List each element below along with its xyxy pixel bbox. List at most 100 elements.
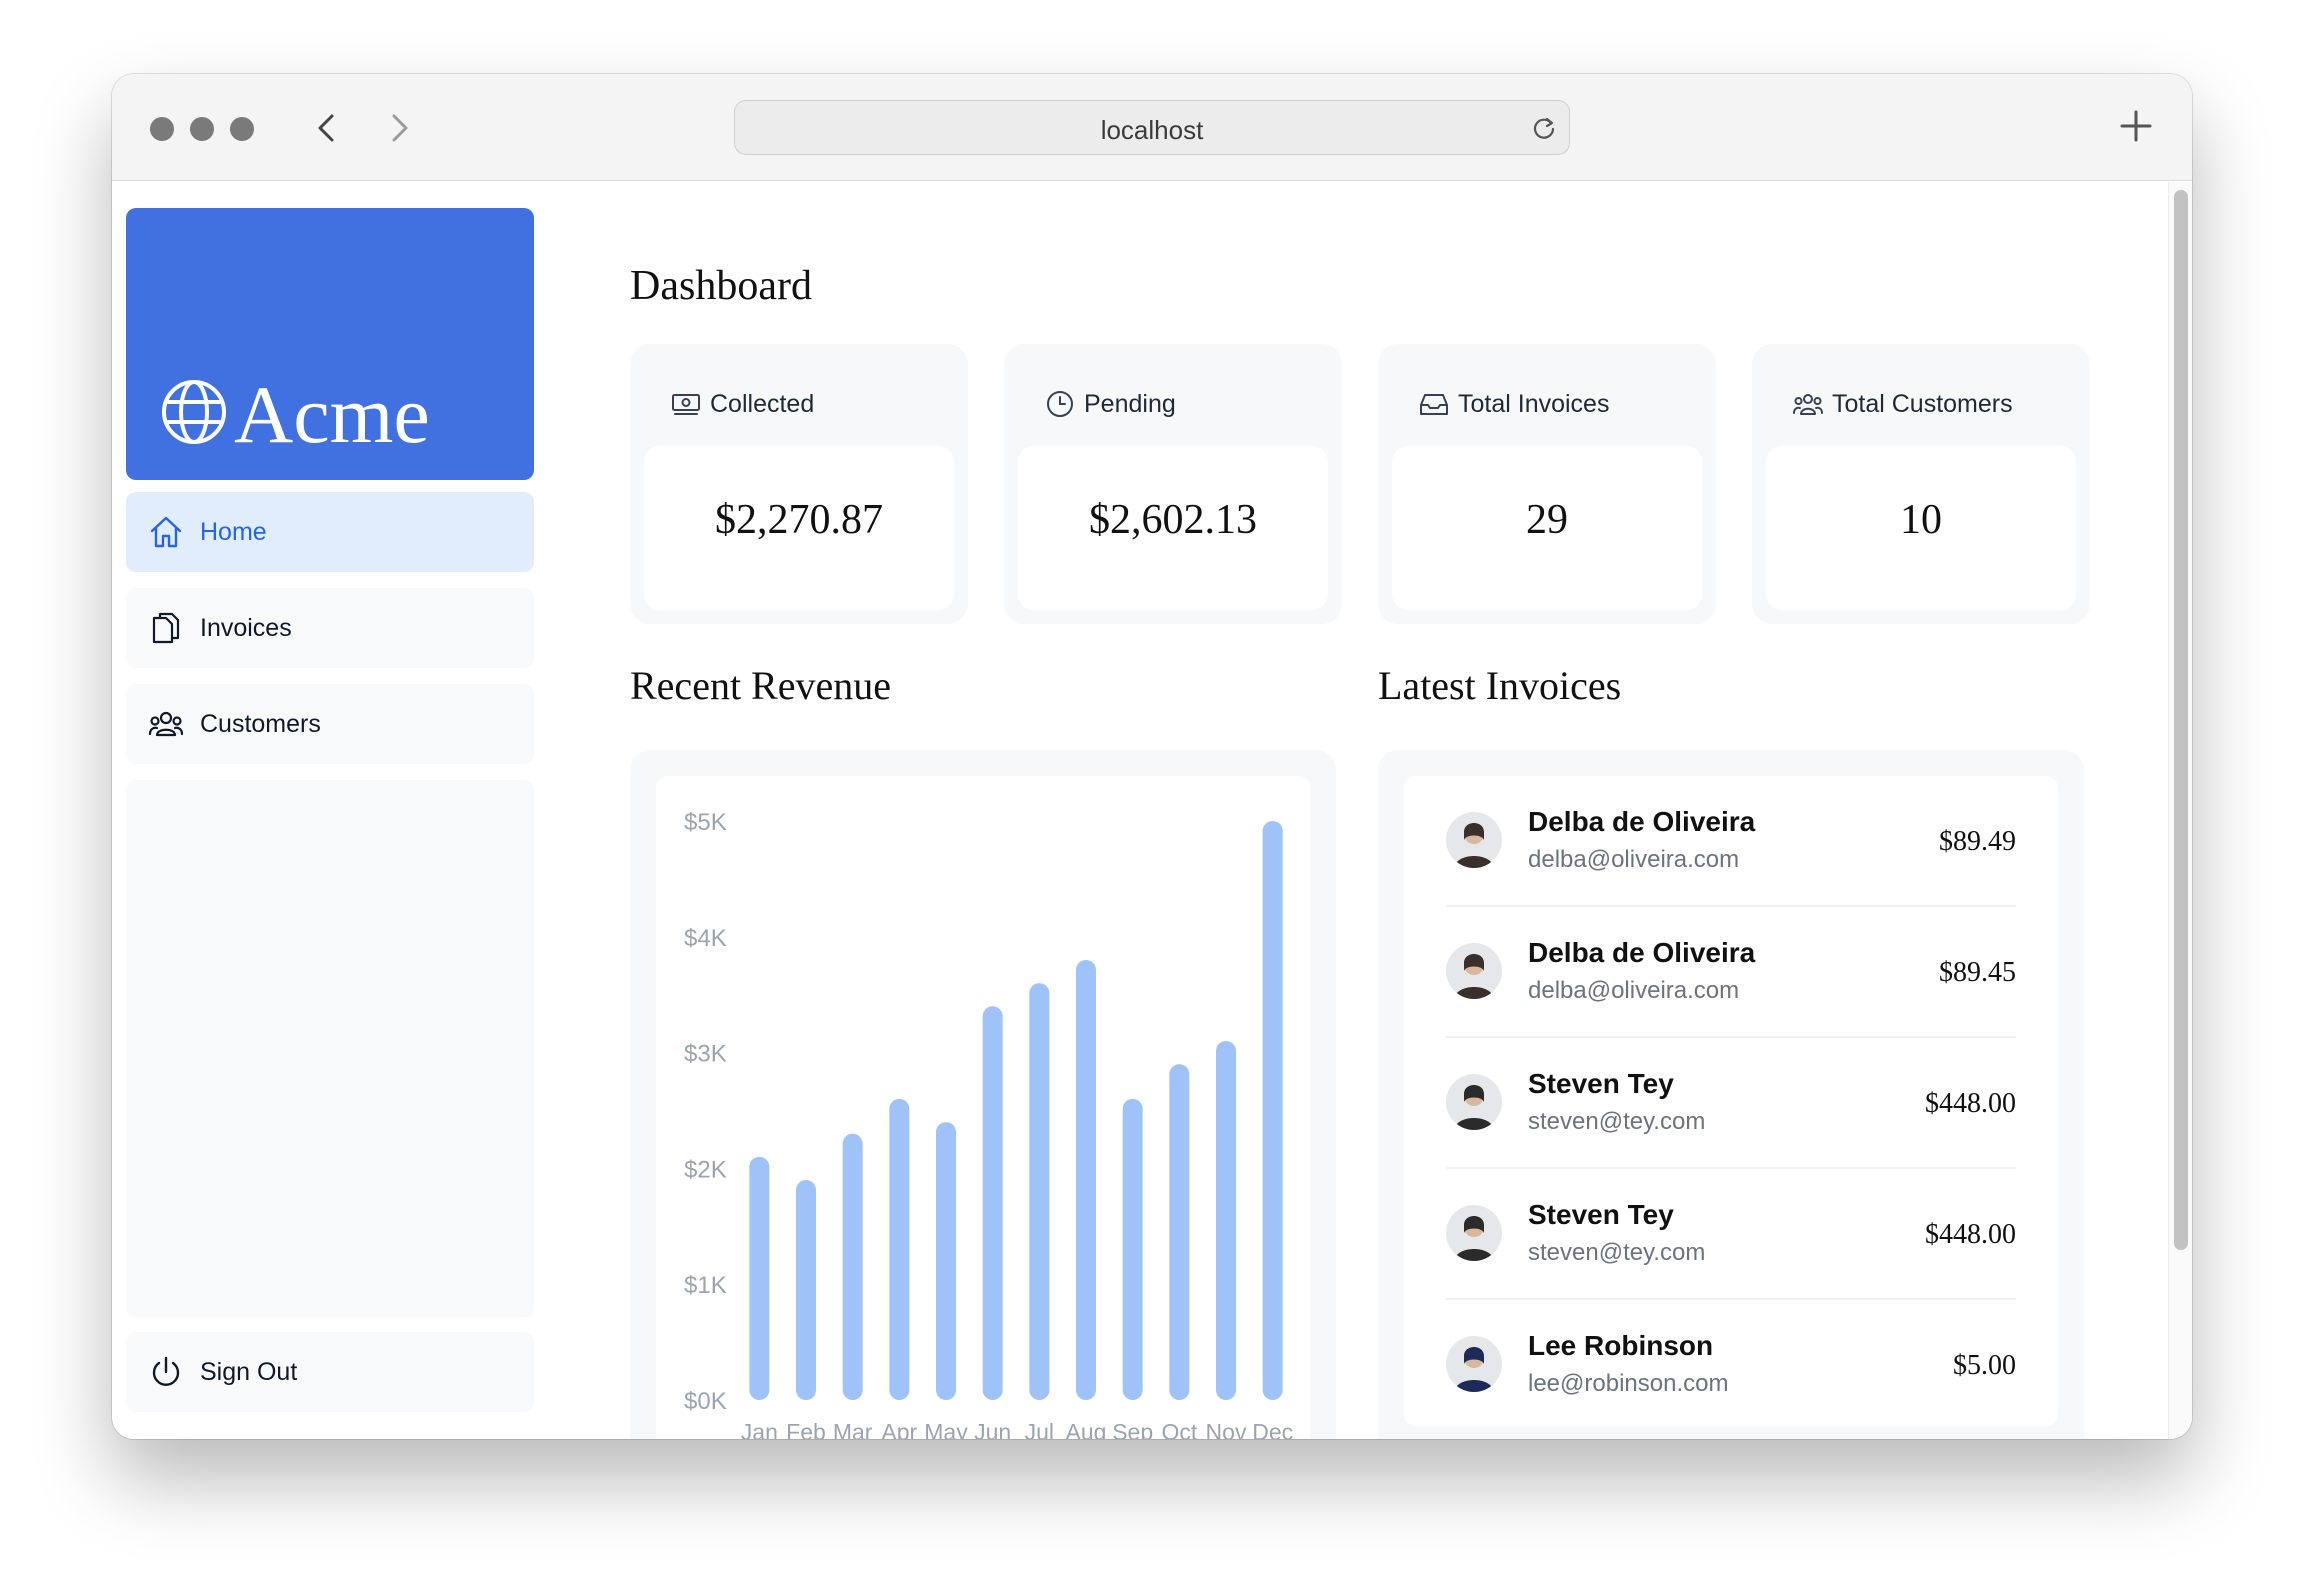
card-value-box: $2,602.13 bbox=[1018, 446, 1328, 610]
sidebar-spacer bbox=[126, 780, 534, 1318]
invoice-row: Lee Robinson lee@robinson.com $5.00 bbox=[1446, 1300, 2016, 1431]
invoice-amount: $448.00 bbox=[1925, 1219, 2016, 1250]
scrollbar[interactable] bbox=[2168, 182, 2192, 1439]
revenue-bar-feb bbox=[796, 1179, 816, 1400]
page-title: Dashboard bbox=[630, 263, 812, 309]
card-collected: Collected $2,270.87 bbox=[630, 344, 968, 624]
recent-revenue-title: Recent Revenue bbox=[630, 663, 891, 708]
browser-window: localhost Acme Home Invoices Customers S… bbox=[112, 74, 2192, 1439]
sign-out-button[interactable]: Sign Out bbox=[126, 1332, 534, 1412]
x-tick-label: Mar bbox=[833, 1419, 873, 1439]
customer-email: steven@tey.com bbox=[1528, 1239, 1706, 1266]
card-value: 10 bbox=[1900, 497, 1942, 543]
sidebar-item-home[interactable]: Home bbox=[126, 492, 534, 572]
revenue-bar-nov bbox=[1216, 1041, 1236, 1400]
card-value-box: 29 bbox=[1392, 446, 1702, 610]
logo-text: Acme bbox=[234, 369, 430, 460]
scrollbar-thumb[interactable] bbox=[2174, 190, 2188, 1250]
card-total-invoices: Total Invoices 29 bbox=[1378, 344, 1716, 624]
invoice-row: Delba de Oliveira delba@oliveira.com $89.4… bbox=[1446, 776, 2016, 907]
revenue-bar-jan bbox=[749, 1156, 770, 1400]
sign-out-label: Sign Out bbox=[200, 1358, 298, 1386]
x-tick-label: Jul bbox=[1025, 1419, 1054, 1439]
invoice-amount: $89.45 bbox=[1939, 957, 2016, 988]
customer-email: steven@tey.com bbox=[1528, 1108, 1706, 1135]
invoice-amount: $5.00 bbox=[1953, 1350, 2016, 1381]
avatar bbox=[1446, 1336, 1502, 1392]
clock-icon bbox=[1047, 391, 1073, 417]
x-tick-label: Jun bbox=[974, 1419, 1011, 1439]
customer-name: Delba de Oliveira bbox=[1528, 806, 1756, 837]
users-icon bbox=[148, 711, 184, 737]
revenue-bar-jul bbox=[1029, 983, 1050, 1400]
card-title: Total Customers bbox=[1832, 390, 2013, 418]
card-title: Collected bbox=[710, 390, 815, 418]
y-tick-label: $5K bbox=[684, 809, 727, 836]
reload-icon[interactable] bbox=[1529, 113, 1559, 143]
y-tick-label: $0K bbox=[684, 1388, 727, 1415]
card-title: Pending bbox=[1084, 390, 1176, 418]
x-tick-label: Aug bbox=[1066, 1419, 1107, 1439]
globe-icon bbox=[162, 380, 226, 444]
revenue-bar-aug bbox=[1076, 959, 1096, 1400]
card-value-box: 10 bbox=[1766, 446, 2076, 610]
inbox-icon bbox=[1420, 394, 1448, 415]
card-value-box: $2,270.87 bbox=[644, 446, 954, 610]
invoice-row: Steven Tey steven@tey.com $448.00 bbox=[1446, 1169, 2016, 1300]
customer-name: Lee Robinson bbox=[1528, 1330, 1714, 1361]
customer-email: delba@oliveira.com bbox=[1528, 846, 1740, 873]
revenue-bar-mar bbox=[842, 1133, 863, 1400]
invoice-amount: $448.00 bbox=[1925, 1088, 2016, 1119]
sidebar-item-customers[interactable]: Customers bbox=[126, 684, 534, 764]
close-window-button[interactable] bbox=[150, 117, 174, 141]
card-pending: Pending $2,602.13 bbox=[1004, 344, 1342, 624]
revenue-bar-jun bbox=[982, 1006, 1003, 1400]
zoom-window-button[interactable] bbox=[230, 117, 254, 141]
page-content: Acme Home Invoices Customers Sign Out Da… bbox=[112, 182, 2192, 1439]
revenue-bar-dec bbox=[1262, 821, 1283, 1400]
revenue-chart-panel: $5K $4K $3K $2K $1K $0K Jan Feb Mar Apr May Jun Jul A… bbox=[630, 750, 1336, 1439]
card-title: Total Invoices bbox=[1458, 390, 1610, 418]
avatar bbox=[1446, 1205, 1502, 1261]
x-tick-label: Apr bbox=[881, 1419, 917, 1439]
latest-invoices-panel: Delba de Oliveira delba@oliveira.com $89.4… bbox=[1378, 750, 2084, 1439]
y-tick-label: $1K bbox=[684, 1272, 727, 1299]
customer-name: Delba de Oliveira bbox=[1528, 937, 1756, 968]
back-arrow-icon[interactable] bbox=[308, 108, 348, 148]
customer-name: Steven Tey bbox=[1528, 1068, 1674, 1099]
invoice-row: Delba de Oliveira delba@oliveira.com $89.4… bbox=[1446, 907, 2016, 1038]
latest-invoices-title: Latest Invoices bbox=[1378, 663, 1622, 708]
new-tab-plus-icon[interactable] bbox=[2116, 106, 2156, 146]
browser-titlebar: localhost bbox=[112, 74, 2192, 181]
sidebar-item-invoices[interactable]: Invoices bbox=[126, 588, 534, 668]
x-tick-label: Dec bbox=[1252, 1419, 1293, 1439]
x-tick-label: Jan bbox=[741, 1419, 778, 1439]
card-value: $2,602.13 bbox=[1089, 497, 1257, 543]
x-tick-label: Feb bbox=[786, 1419, 826, 1439]
card-value: $2,270.87 bbox=[715, 497, 883, 543]
avatar bbox=[1446, 1074, 1502, 1130]
sidebar-item-label: Customers bbox=[200, 710, 321, 738]
revenue-bar-chart: $5K $4K $3K $2K $1K $0K Jan Feb Mar Apr May Jun Jul A… bbox=[684, 809, 1293, 1439]
latest-invoices-list: Delba de Oliveira delba@oliveira.com $89.4… bbox=[1404, 776, 2058, 1426]
avatar bbox=[1446, 812, 1502, 868]
document-icon bbox=[152, 612, 180, 644]
avatar bbox=[1446, 943, 1502, 999]
address-bar[interactable]: localhost bbox=[734, 100, 1570, 155]
revenue-bar-may bbox=[936, 1122, 956, 1400]
forward-arrow-icon[interactable] bbox=[378, 108, 418, 148]
customer-email: delba@oliveira.com bbox=[1528, 977, 1740, 1004]
invoice-row: Steven Tey steven@tey.com $448.00 bbox=[1446, 1038, 2016, 1169]
x-tick-label: Nov bbox=[1206, 1419, 1247, 1439]
x-tick-label: Oct bbox=[1161, 1419, 1197, 1439]
revenue-bar-oct bbox=[1169, 1064, 1190, 1400]
x-tick-label: Sep bbox=[1112, 1419, 1153, 1439]
sidebar-item-label: Invoices bbox=[200, 614, 292, 642]
y-tick-label: $4K bbox=[684, 925, 727, 952]
acme-logo-link[interactable]: Acme bbox=[126, 208, 534, 480]
power-icon bbox=[152, 1356, 180, 1386]
revenue-bar-apr bbox=[889, 1098, 910, 1400]
card-value: 29 bbox=[1526, 497, 1568, 543]
minimize-window-button[interactable] bbox=[190, 117, 214, 141]
card-total-customers: Total Customers 10 bbox=[1752, 344, 2090, 624]
